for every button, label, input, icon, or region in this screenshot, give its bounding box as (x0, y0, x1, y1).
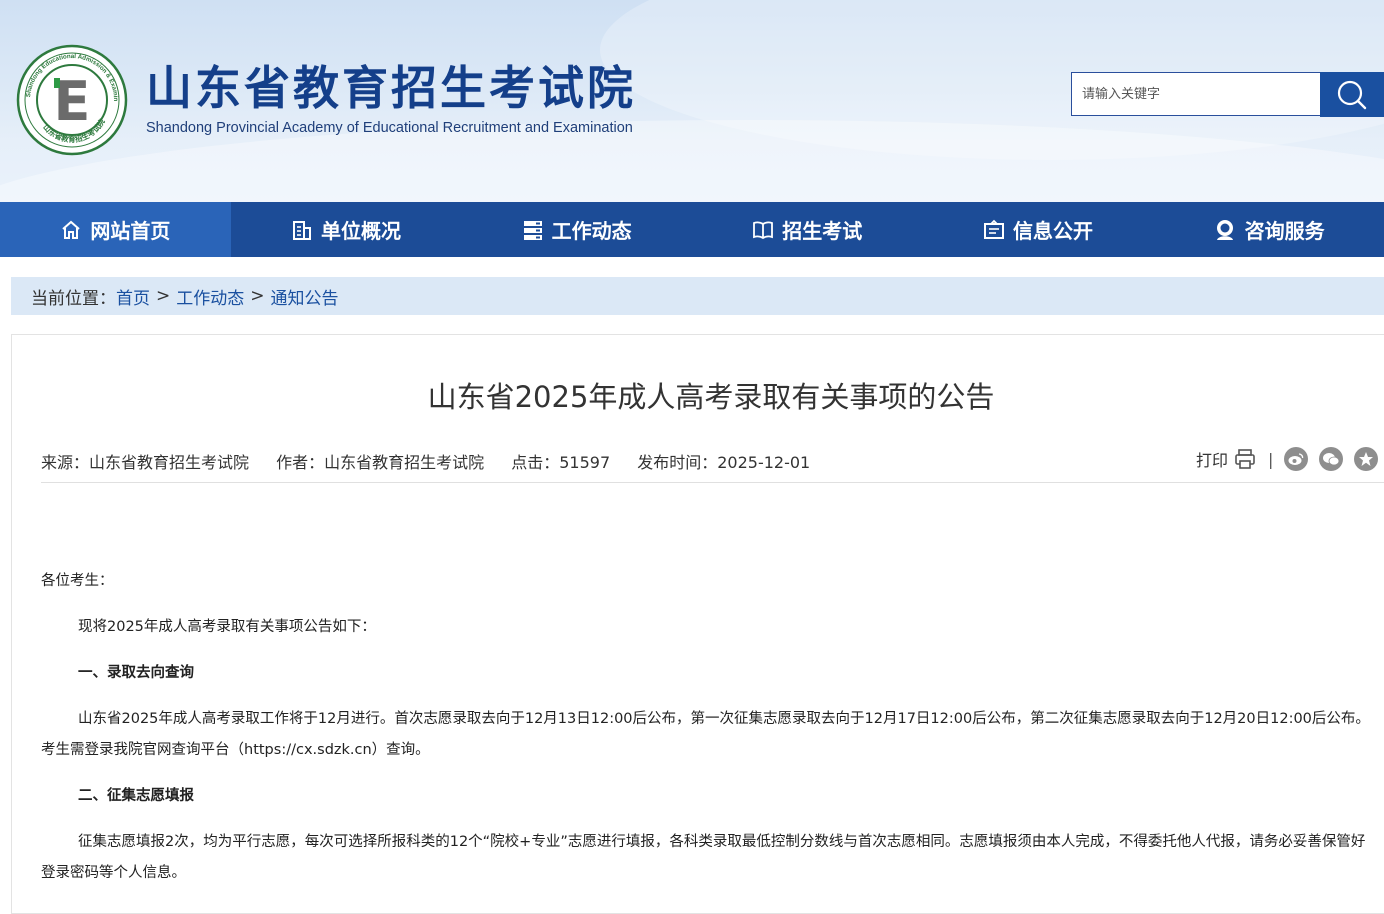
nav-item-label: 单位概况 (320, 219, 401, 243)
weibo-icon (1288, 453, 1304, 465)
article-tools: 打印 | (1196, 447, 1379, 471)
building-icon (292, 220, 311, 240)
print-label[interactable]: 打印 (1196, 447, 1228, 471)
article-meta: 来源：山东省教育招生考试院 作者：山东省教育招生考试院 点击：51597 发布时… (41, 449, 832, 473)
site-header: Shandong Educational Admission & Examina… (0, 0, 1384, 202)
breadcrumb-separator: > (250, 286, 265, 306)
article-title: 山东省2025年成人高考录取有关事项的公告 (427, 380, 995, 414)
nav-item-about[interactable]: 单位概况 (231, 202, 462, 257)
academy-seal-logo[interactable]: Shandong Educational Admission & Examina… (16, 44, 128, 156)
search-icon (1337, 80, 1367, 109)
breadcrumb-link-news[interactable]: 工作动态 (176, 284, 244, 309)
support-icon (1216, 219, 1233, 240)
site-title[interactable]: 山东省教育招生考试院 (146, 58, 636, 118)
nav-item-label: 网站首页 (90, 219, 171, 243)
meta-date: 发布时间：2025-12-01 (637, 453, 811, 472)
printer-icon[interactable] (1234, 448, 1256, 470)
star-icon (1359, 452, 1374, 466)
nav-item-label: 信息公开 (1012, 219, 1093, 243)
search-input[interactable] (1071, 72, 1321, 116)
nav-item-service[interactable]: 咨询服务 (1153, 202, 1384, 257)
weibo-share-button[interactable] (1284, 447, 1309, 471)
nav-item-news[interactable]: 工作动态 (461, 202, 692, 257)
section-paragraph-1: 山东省2025年成人高考录取工作将于12月进行。首次志愿录取去向于12月13日1… (41, 711, 1370, 758)
info-card-icon (983, 219, 1004, 239)
breadcrumb-link-home[interactable]: 首页 (116, 284, 150, 309)
nav-item-label: 招生考试 (782, 219, 863, 243)
meta-author: 作者：山东省教育招生考试院 (276, 453, 485, 472)
meta-source: 来源：山东省教育招生考试院 (41, 453, 250, 472)
section-heading-1: 一、录取去向查询 (78, 665, 194, 681)
home-icon (62, 220, 80, 239)
section-heading-2: 二、征集志愿填报 (78, 788, 194, 804)
main-nav: 网站首页 单位概况 工作动态 招生考试 信息公开 咨询服务 (0, 202, 1384, 257)
section-paragraph-2: 征集志愿填报2次，均为平行志愿，每次可选择所报科类的12个“院校+专业”志愿进行… (41, 834, 1366, 881)
meta-clicks: 点击：51597 (511, 453, 611, 472)
site-subtitle: Shandong Provincial Academy of Education… (146, 120, 633, 136)
search-button[interactable] (1320, 72, 1384, 117)
book-icon (753, 220, 774, 239)
wechat-icon (1323, 453, 1340, 466)
intro-paragraph: 现将2025年成人高考录取有关事项公告如下： (78, 619, 376, 635)
share-separator: | (1268, 449, 1274, 469)
nav-item-label: 工作动态 (551, 219, 632, 243)
favorite-share-button[interactable] (1354, 447, 1379, 471)
nav-item-exams[interactable]: 招生考试 (692, 202, 923, 257)
server-icon (523, 220, 542, 240)
salutation: 各位考生： (41, 573, 114, 589)
nav-item-disclosure[interactable]: 信息公开 (923, 202, 1154, 257)
breadcrumb-separator: > (156, 286, 171, 306)
article-body: 各位考生： 现将2025年成人高考录取有关事项公告如下： 一、录取去向查询 山东… (41, 566, 1376, 904)
nav-item-label: 咨询服务 (1244, 219, 1325, 243)
breadcrumb-lead: 当前位置： (31, 288, 116, 309)
breadcrumb: 当前位置： 首页 > 工作动态 > 通知公告 (11, 277, 1384, 315)
wechat-share-button[interactable] (1319, 447, 1344, 471)
meta-divider (41, 482, 1384, 483)
breadcrumb-link-notices[interactable]: 通知公告 (271, 284, 339, 309)
nav-item-home[interactable]: 网站首页 (0, 202, 231, 257)
